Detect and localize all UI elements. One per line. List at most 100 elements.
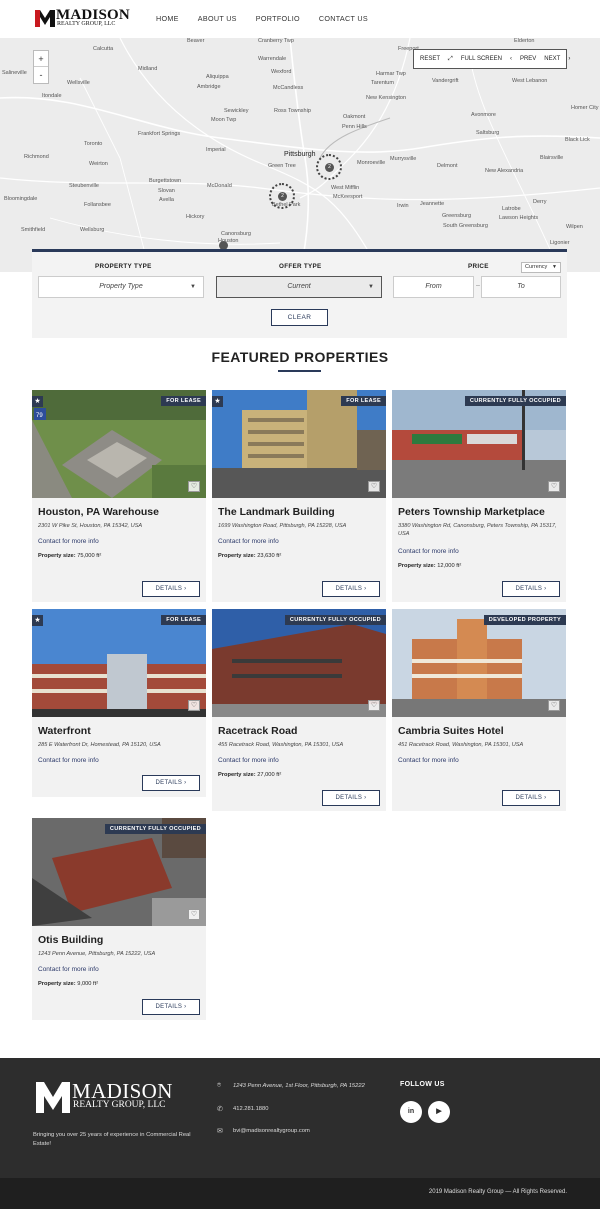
price-to-input[interactable]: To — [481, 276, 561, 298]
offer-type-select[interactable]: Current ▼ — [216, 276, 382, 298]
price-label: PRICE — [468, 263, 489, 270]
offer-type-value: Current — [287, 283, 311, 290]
map-place: West Lebanon — [512, 78, 548, 84]
property-map[interactable]: Beaver Cranberry Twp Elderton Calcutta F… — [0, 38, 600, 272]
heart-icon[interactable]: ♡ — [368, 481, 380, 492]
map-place: Wexford — [271, 69, 292, 75]
map-place: Itondale — [42, 93, 62, 99]
contact-link[interactable]: Contact for more info — [218, 757, 279, 764]
status-badge: CURRENTLY FULLY OCCUPIED — [464, 396, 566, 406]
map-next-button[interactable]: NEXT — [544, 56, 560, 62]
property-title[interactable]: Otis Building — [38, 934, 103, 946]
range-dash: – — [476, 282, 480, 289]
phone-icon: ✆ — [217, 1106, 223, 1113]
property-photo[interactable]: DEVELOPED PROPERTY ♡ — [392, 609, 566, 717]
details-button[interactable]: DETAILS › — [142, 581, 200, 597]
size-value: 27,000 ft² — [257, 772, 282, 778]
property-title[interactable]: Houston, PA Warehouse — [38, 506, 159, 518]
property-photo[interactable]: CURRENTLY FULLY OCCUPIED ♡ — [392, 390, 566, 498]
details-button[interactable]: DETAILS › — [322, 790, 380, 806]
heart-icon[interactable]: ♡ — [368, 700, 380, 711]
property-title[interactable]: Racetrack Road — [218, 725, 297, 737]
map-place: Smithfield — [21, 227, 46, 233]
property-type-select[interactable]: Property Type ▼ — [38, 276, 204, 298]
footer-email-text[interactable]: bvi@madisonrealtygroup.com — [233, 1128, 310, 1134]
price-from-input[interactable]: From — [393, 276, 474, 298]
property-photo[interactable]: CURRENTLY FULLY OCCUPIED ♡ — [212, 609, 386, 717]
property-card[interactable]: ★ FOR LEASE ♡ The Landmark Building 1699… — [212, 390, 386, 602]
property-address: 2301 W Pike St, Houston, PA 15342, USA — [38, 523, 143, 529]
linkedin-icon[interactable]: in — [400, 1101, 422, 1123]
heart-icon[interactable]: ♡ — [188, 481, 200, 492]
property-photo[interactable]: 79 ★ FOR LEASE ♡ — [32, 390, 206, 498]
footer-logo-subtitle: REALTY GROUP, LLC — [73, 1100, 166, 1110]
chevron-right-icon[interactable]: › — [568, 56, 570, 62]
property-card[interactable]: CURRENTLY FULLY OCCUPIED ♡ Peters Townsh… — [392, 390, 566, 602]
footer-phone-text[interactable]: 412.281.1880 — [233, 1106, 268, 1112]
property-title[interactable]: Peters Township Marketplace — [398, 506, 545, 518]
property-photo[interactable]: ★ FOR LEASE ♡ — [212, 390, 386, 498]
property-card[interactable]: DEVELOPED PROPERTY ♡ Cambria Suites Hote… — [392, 609, 566, 811]
contact-link[interactable]: Contact for more info — [398, 757, 459, 764]
property-card[interactable]: ★ FOR LEASE ♡ Waterfront 285 E Waterfron… — [32, 609, 206, 797]
heart-icon[interactable]: ♡ — [548, 700, 560, 711]
property-title[interactable]: Waterfront — [38, 725, 91, 737]
details-button[interactable]: DETAILS › — [142, 999, 200, 1015]
map-place: Richmond — [24, 154, 49, 160]
status-badge: FOR LEASE — [161, 615, 206, 625]
currency-select[interactable]: Currency ▼ — [521, 262, 561, 273]
property-address: 455 Racetrack Road, Washington, PA 15301… — [218, 742, 344, 748]
zoom-out-button[interactable]: - — [34, 67, 48, 83]
footer-phone[interactable]: ✆ 412.281.1880 — [217, 1105, 268, 1113]
heart-icon[interactable]: ♡ — [548, 481, 560, 492]
chevron-left-icon[interactable]: ‹ — [510, 56, 512, 62]
map-prev-button[interactable]: PREV — [520, 56, 536, 62]
property-photo[interactable]: CURRENTLY FULLY OCCUPIED ♡ — [32, 818, 206, 926]
nav-portfolio[interactable]: PORTFOLIO — [256, 14, 300, 23]
map-place: Follansbee — [84, 202, 111, 208]
price-to-placeholder: To — [517, 283, 525, 290]
map-cluster-marker[interactable]: 2 — [316, 154, 342, 180]
map-place: Ambridge — [197, 84, 221, 90]
details-button[interactable]: DETAILS › — [502, 581, 560, 597]
property-photo[interactable]: ★ FOR LEASE ♡ — [32, 609, 206, 717]
property-card[interactable]: CURRENTLY FULLY OCCUPIED ♡ Otis Building… — [32, 818, 206, 1020]
currency-value: Currency — [525, 264, 548, 270]
site-logo[interactable]: MADISON REALTY GROUP, LLC — [34, 7, 130, 30]
envelope-icon: ✉ — [217, 1128, 223, 1135]
contact-link[interactable]: Contact for more info — [398, 548, 459, 555]
details-button[interactable]: DETAILS › — [502, 790, 560, 806]
property-title[interactable]: Cambria Suites Hotel — [398, 725, 504, 737]
featured-star-icon: ★ — [32, 396, 43, 407]
heart-icon[interactable]: ♡ — [188, 909, 200, 920]
contact-link[interactable]: Contact for more info — [38, 538, 99, 545]
details-button[interactable]: DETAILS › — [142, 775, 200, 791]
copyright-text: 2019 Madison Realty Group — All Rights R… — [428, 1189, 567, 1195]
property-card[interactable]: 79 ★ FOR LEASE ♡ Houston, PA Warehouse 2… — [32, 390, 206, 602]
main-nav: HOME ABOUT US PORTFOLIO CONTACT US — [156, 14, 387, 23]
contact-link[interactable]: Contact for more info — [38, 757, 99, 764]
contact-link[interactable]: Contact for more info — [38, 966, 99, 973]
nav-contact-us[interactable]: CONTACT US — [319, 14, 368, 23]
map-fullscreen-button[interactable]: FULL SCREEN — [461, 56, 502, 62]
footer-email[interactable]: ✉ bvi@madisonrealtygroup.com — [217, 1127, 310, 1135]
map-place: McCandless — [273, 85, 304, 91]
map-place: Tarentum — [371, 80, 394, 86]
zoom-in-button[interactable]: + — [34, 51, 48, 67]
youtube-icon[interactable]: ▶ — [428, 1101, 450, 1123]
details-button[interactable]: DETAILS › — [322, 581, 380, 597]
property-card[interactable]: CURRENTLY FULLY OCCUPIED ♡ Racetrack Roa… — [212, 609, 386, 811]
property-title[interactable]: The Landmark Building — [218, 506, 335, 518]
heart-icon[interactable]: ♡ — [188, 700, 200, 711]
map-place: McDonald — [207, 183, 232, 189]
nav-home[interactable]: HOME — [156, 14, 179, 23]
map-cluster-marker[interactable]: 2 — [269, 183, 295, 209]
map-reset-button[interactable]: RESET — [420, 56, 440, 62]
fullscreen-icon[interactable]: ⤢ — [448, 56, 453, 63]
contact-link[interactable]: Contact for more info — [218, 538, 279, 545]
clear-button[interactable]: CLEAR — [271, 309, 328, 326]
property-address: 451 Racetrack Road, Washington, PA 15301… — [398, 742, 524, 748]
nav-about-us[interactable]: ABOUT US — [198, 14, 237, 23]
property-photo-image — [392, 609, 566, 717]
map-place: Murrysville — [390, 156, 417, 162]
